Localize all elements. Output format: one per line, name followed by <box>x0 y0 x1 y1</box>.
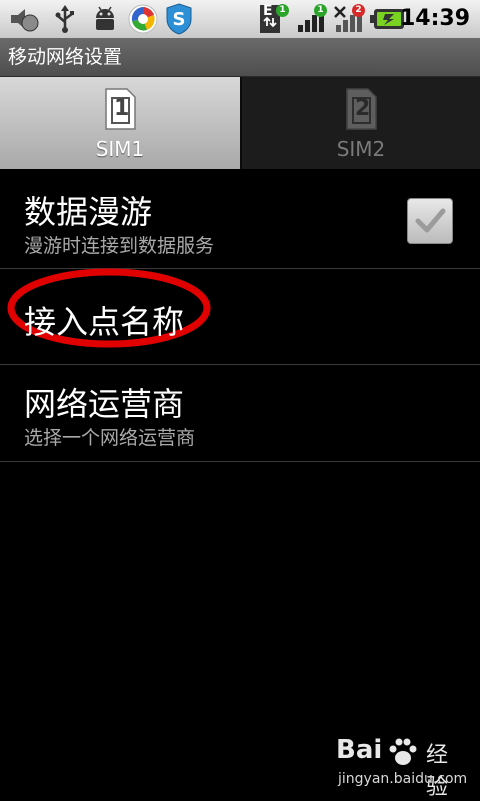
data-roaming-title: 数据漫游 <box>24 193 153 231</box>
android-debug-icon <box>88 4 122 34</box>
data-roaming-row[interactable]: 数据漫游 漫游时连接到数据服务 <box>0 169 480 269</box>
tab-sim2-label: SIM2 <box>336 137 386 161</box>
volume-icon <box>6 4 42 34</box>
sim2-number: 2 <box>355 96 371 121</box>
watermark-url: jingyan.baidu.com <box>338 771 468 787</box>
apn-title: 接入点名称 <box>24 303 185 341</box>
svg-text:S: S <box>173 9 186 30</box>
sim3-badge: 2 <box>352 4 365 17</box>
checkmark-icon <box>415 208 446 233</box>
shield-s-icon: S <box>164 3 194 35</box>
clock: 14:39 <box>399 6 470 31</box>
sim-card-icon: 2 <box>344 87 378 135</box>
sim1-badge: 1 <box>276 4 289 17</box>
network-operator-row[interactable]: 网络运营商 选择一个网络运营商 <box>0 365 480 462</box>
watermark-cn: 经验 <box>426 743 449 800</box>
tab-sim1-label: SIM1 <box>95 137 145 161</box>
data-roaming-summary: 漫游时连接到数据服务 <box>24 235 215 257</box>
sim-card-icon: 1 <box>103 87 137 135</box>
network-operator-title: 网络运营商 <box>24 385 185 423</box>
sim-tabs: 1 SIM1 2 SIM2 <box>0 77 480 169</box>
tab-sim2[interactable]: 2 SIM2 <box>240 77 480 169</box>
signal-icon: 1 <box>294 4 328 34</box>
data-e-icon: E 1 <box>258 3 289 34</box>
tab-sim1[interactable]: 1 SIM1 <box>0 77 240 169</box>
browser-icon <box>126 4 160 34</box>
usb-icon <box>50 4 80 34</box>
page-title: 移动网络设置 <box>8 46 123 68</box>
apn-row[interactable]: 接入点名称 <box>0 268 480 365</box>
baidu-watermark: Bai 经验 jingyan.baidu.com <box>336 735 468 800</box>
network-operator-summary: 选择一个网络运营商 <box>24 427 196 449</box>
network-type-label: E <box>263 3 273 19</box>
watermark-brand: Bai <box>336 735 383 765</box>
signal-x-icon: 2 <box>332 4 366 34</box>
data-roaming-checkbox[interactable] <box>407 198 453 244</box>
paw-icon <box>389 738 417 765</box>
sim1-number: 1 <box>114 96 130 121</box>
status-bar: S E 1 1 2 14:39 <box>0 0 480 38</box>
sim2-badge: 1 <box>314 4 327 17</box>
title-bar: 移动网络设置 <box>0 38 480 77</box>
settings-list: 数据漫游 漫游时连接到数据服务 接入点名称 网络运营商 选择一个网络运营商 <box>0 169 480 462</box>
